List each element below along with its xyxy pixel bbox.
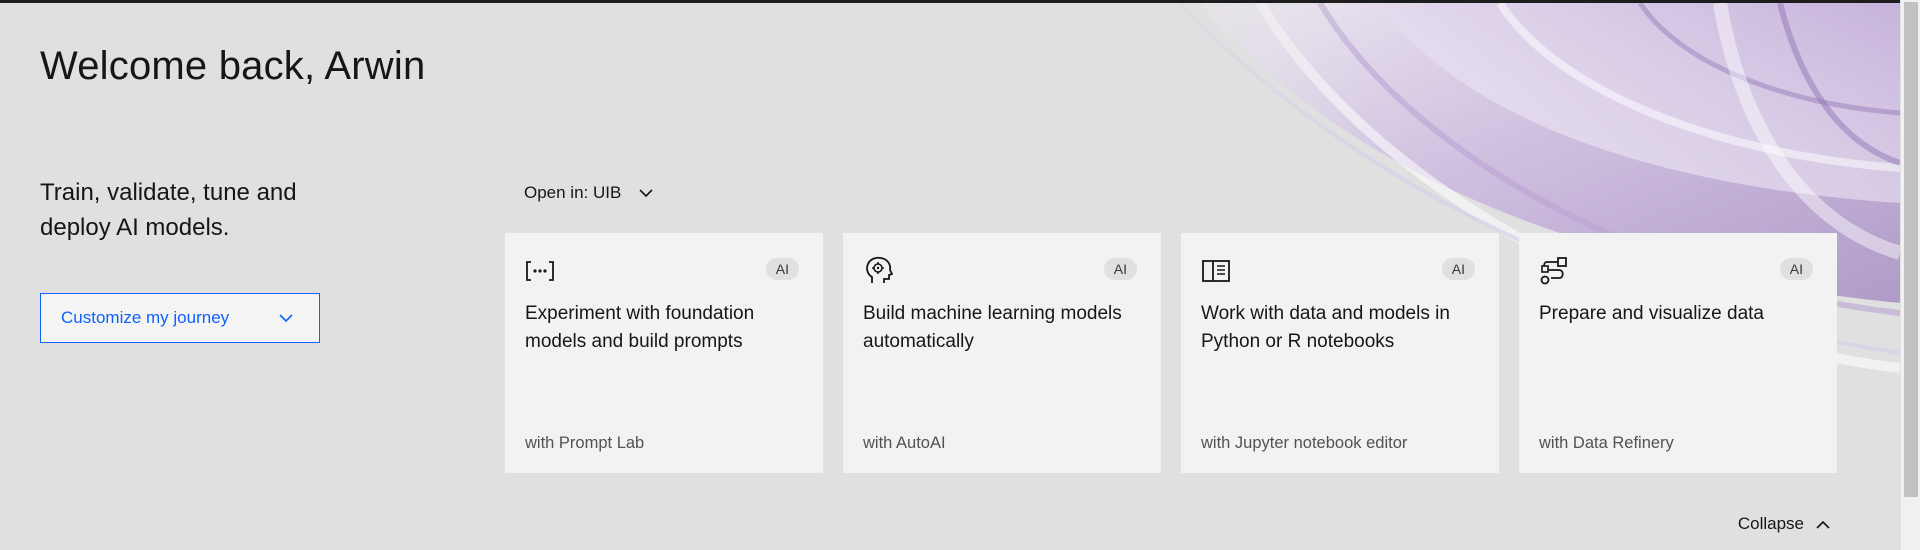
task-cards: AI Experiment with foundation models and… bbox=[505, 233, 1837, 473]
welcome-banner: Welcome back, Arwin Train, validate, tun… bbox=[0, 0, 1900, 550]
card-autoai[interactable]: AI Build machine learning models automat… bbox=[843, 233, 1161, 473]
open-in-label: Open in: UIB bbox=[524, 183, 622, 202]
card-subtitle: with Data Refinery bbox=[1539, 434, 1674, 452]
ai-badge: AI bbox=[1779, 258, 1813, 280]
data-refinery-icon bbox=[1539, 256, 1569, 286]
customize-journey-button[interactable]: Customize my journey bbox=[40, 293, 320, 343]
chevron-down-icon bbox=[279, 313, 293, 323]
card-jupyter[interactable]: AI Work with data and models in Python o… bbox=[1181, 233, 1499, 473]
tagline: Train, validate, tune and deploy AI mode… bbox=[40, 179, 297, 241]
page-title: Welcome back, Arwin bbox=[40, 44, 426, 88]
open-in-dropdown[interactable]: Open in: UIB bbox=[524, 183, 653, 203]
card-subtitle: with Jupyter notebook editor bbox=[1201, 434, 1408, 452]
card-subtitle: with AutoAI bbox=[863, 434, 946, 452]
card-title: Build machine learning models automatica… bbox=[863, 303, 1122, 352]
vertical-scrollbar[interactable] bbox=[1900, 0, 1920, 550]
card-data-refinery[interactable]: AI Prepare and visualize data with Data … bbox=[1519, 233, 1837, 473]
collapse-label: Collapse bbox=[1737, 514, 1804, 533]
card-prompt-lab[interactable]: AI Experiment with foundation models and… bbox=[505, 233, 823, 473]
machine-learning-head-icon bbox=[863, 256, 893, 286]
card-title: Prepare and visualize data bbox=[1539, 303, 1764, 324]
ai-badge: AI bbox=[765, 258, 799, 280]
prompt-brackets-icon bbox=[525, 256, 555, 286]
notebook-icon bbox=[1201, 256, 1231, 286]
ai-badge: AI bbox=[1103, 258, 1137, 280]
card-title: Experiment with foundation models and bu… bbox=[525, 303, 755, 352]
chevron-up-icon bbox=[1816, 520, 1830, 529]
card-title: Work with data and models in Python or R… bbox=[1201, 303, 1450, 352]
scrollbar-thumb[interactable] bbox=[1904, 2, 1918, 497]
customize-journey-label: Customize my journey bbox=[61, 308, 230, 327]
chevron-down-icon bbox=[639, 188, 653, 198]
card-subtitle: with Prompt Lab bbox=[525, 434, 645, 452]
ai-badge: AI bbox=[1441, 258, 1475, 280]
collapse-button[interactable]: Collapse bbox=[1738, 514, 1830, 534]
